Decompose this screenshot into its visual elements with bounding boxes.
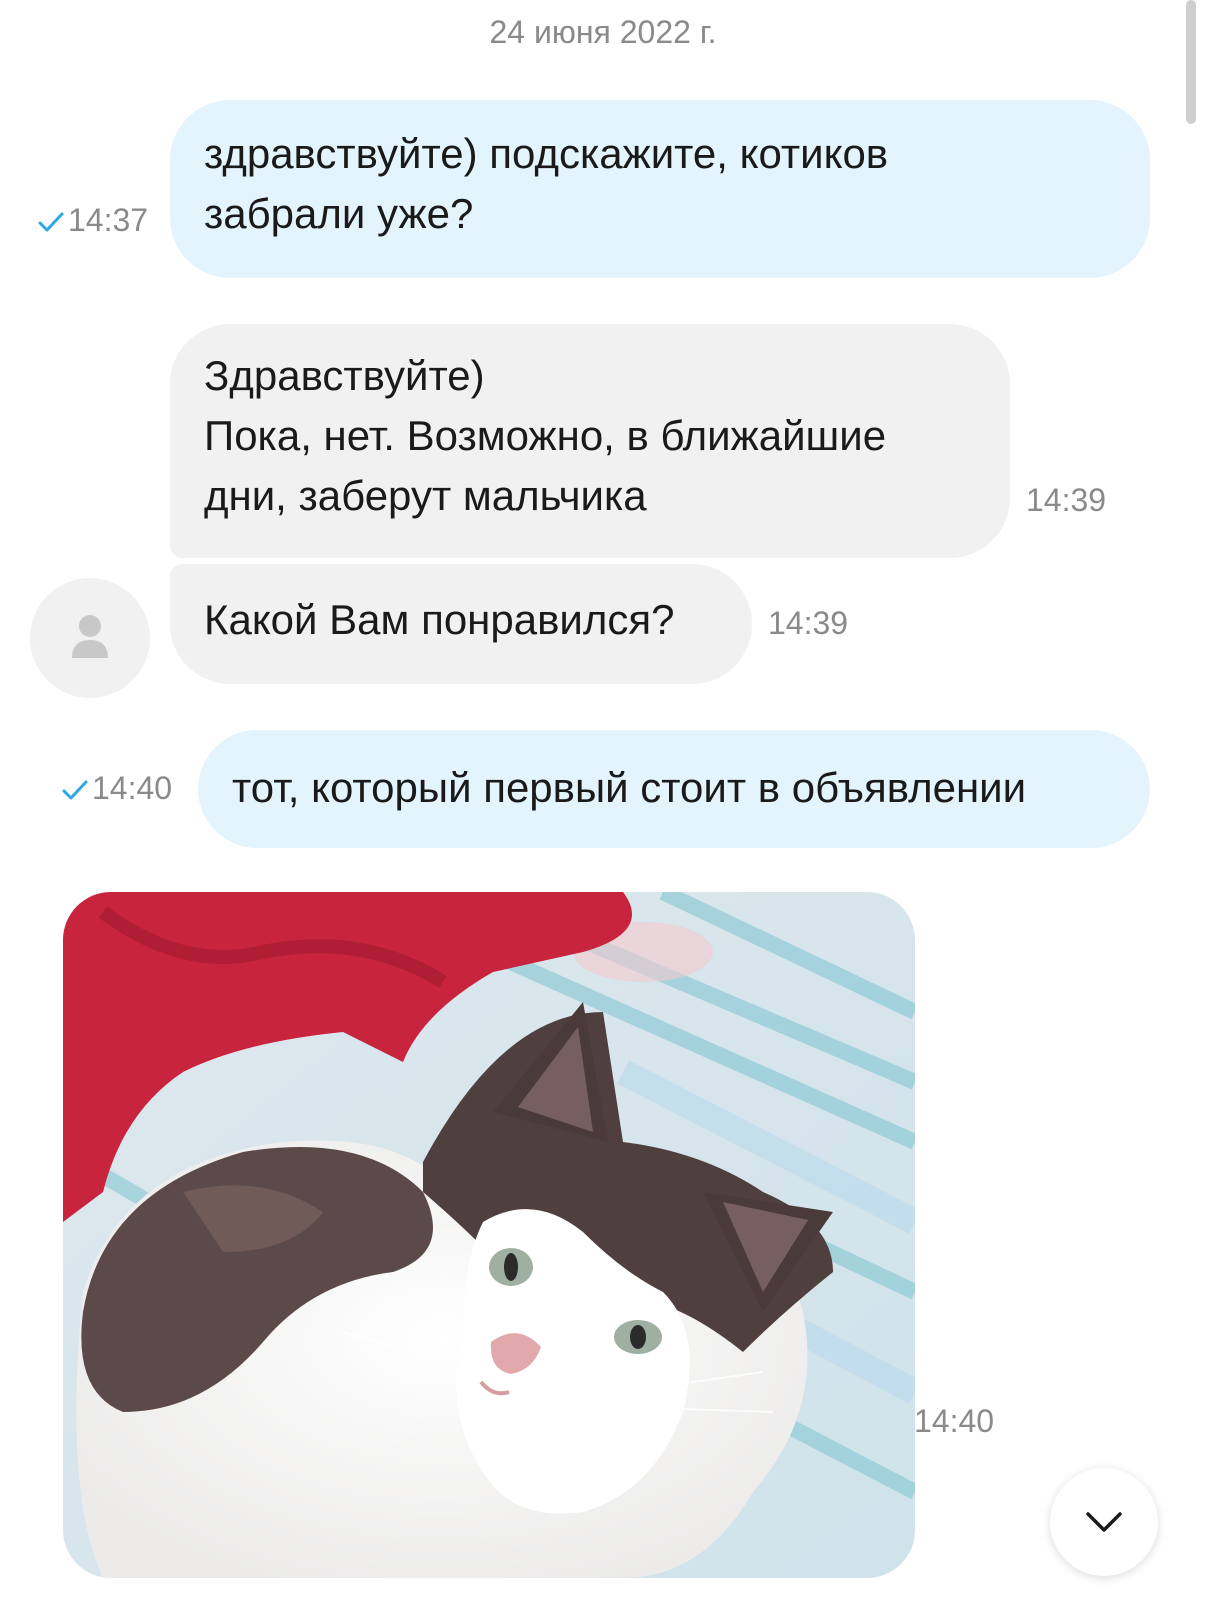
message-text: дни, заберут мальчика <box>204 472 647 519</box>
message-text: Здравствуйте) <box>204 352 485 399</box>
message-text: тот, который первый стоит в объявлении <box>232 764 1027 811</box>
user-icon <box>72 615 108 658</box>
message-text: забрали уже? <box>204 190 474 237</box>
message-time: 14:39 <box>768 605 849 641</box>
date-separator: 24 июня 2022 г. <box>489 14 717 50</box>
message-time: 14:39 <box>1026 482 1107 518</box>
check-icon <box>38 204 64 241</box>
message-bubble-incoming[interactable]: Какой Вам понравился? <box>170 564 752 684</box>
message-text: Пока, нет. Возможно, в ближайшие <box>204 412 887 459</box>
message-bubble-outgoing[interactable]: здравствуйте) подскажите, котиков забрал… <box>170 100 1150 278</box>
message-text: Какой Вам понравился? <box>204 596 675 643</box>
message-time: 14:40 <box>62 770 172 809</box>
scroll-down-button[interactable] <box>1050 1468 1158 1576</box>
message-time: 14:40 <box>914 1403 995 1439</box>
message-bubble-outgoing[interactable]: тот, который первый стоит в объявлении <box>198 730 1150 848</box>
chat-view: 24 июня 2022 г. 14:37 здравствуйте) подс… <box>0 0 1206 1604</box>
chevron-down-icon <box>1086 1512 1122 1532</box>
check-icon <box>62 772 88 809</box>
message-time: 14:37 <box>38 202 148 241</box>
kitten-photo[interactable] <box>63 892 915 1578</box>
message-text: здравствуйте) подскажите, котиков <box>204 130 889 177</box>
message-bubble-incoming[interactable]: Здравствуйте) Пока, нет. Возможно, в бли… <box>170 324 1010 558</box>
sender-avatar[interactable] <box>30 578 150 698</box>
